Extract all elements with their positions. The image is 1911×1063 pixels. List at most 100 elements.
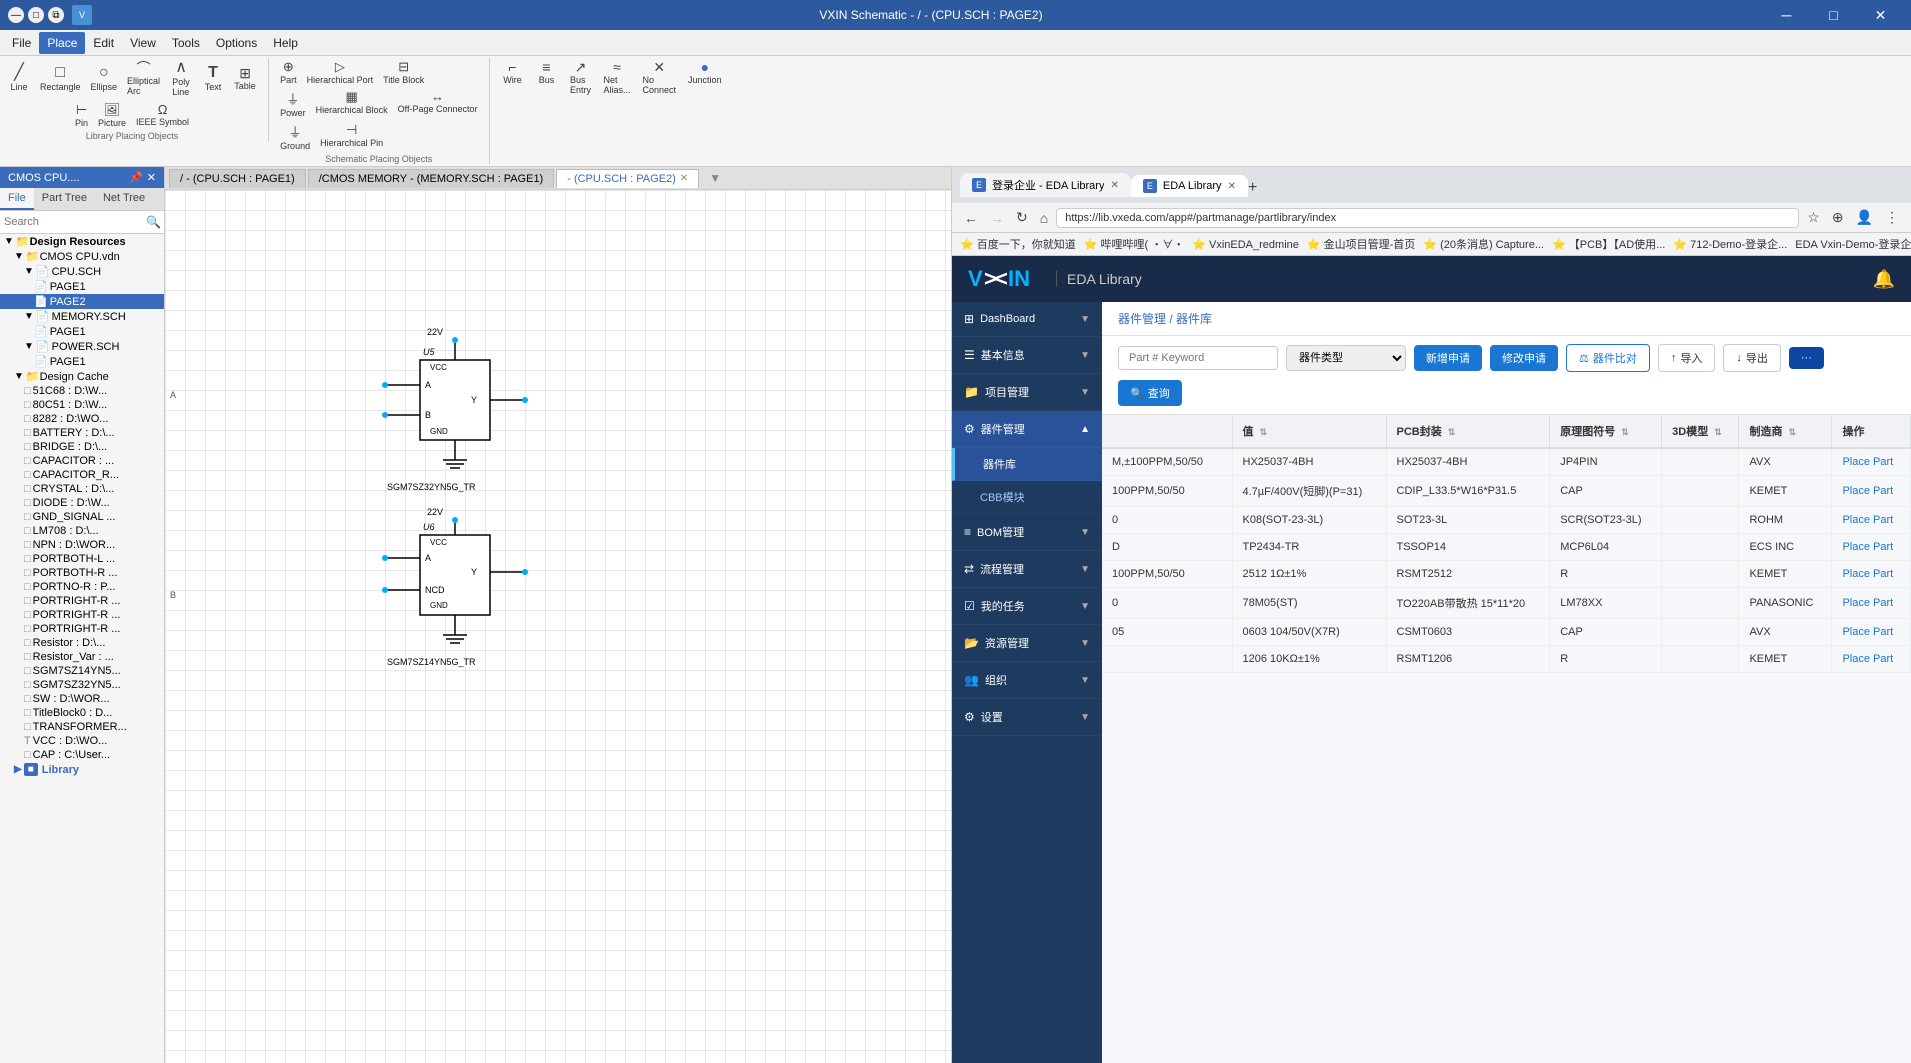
- junction-tool[interactable]: ● Junction: [684, 58, 726, 87]
- place-part-link-8[interactable]: Place Part: [1842, 653, 1893, 665]
- hierarchical-port-tool[interactable]: ▷ Hierarchical Port: [304, 58, 377, 86]
- tree-library[interactable]: ▶ ■ Library: [0, 762, 164, 777]
- bookmark-eda-vxin[interactable]: EDA Vxin-Demo-登录企...: [1795, 236, 1911, 252]
- picture-tool[interactable]: 🖼 Picture: [95, 101, 129, 129]
- tab-close-login[interactable]: ✕: [1110, 180, 1118, 191]
- cell-action-8[interactable]: Place Part: [1832, 646, 1911, 673]
- polyline-tool[interactable]: ∧ PolyLine: [166, 58, 196, 99]
- menu-place[interactable]: Place: [39, 32, 85, 54]
- place-part-link-4[interactable]: Place Part: [1842, 541, 1893, 553]
- menu-options[interactable]: Options: [208, 32, 265, 54]
- close-button[interactable]: ✕: [1858, 0, 1903, 30]
- tab-cpu-page1[interactable]: / - (CPU.SCH : PAGE1): [169, 169, 306, 188]
- tree-bridge[interactable]: □ BRIDGE : D:\...: [0, 440, 164, 454]
- window-minimize-btn[interactable]: —: [8, 7, 24, 23]
- place-part-link-3[interactable]: Place Part: [1842, 514, 1893, 526]
- nav-profile-btn[interactable]: 👤: [1852, 207, 1877, 228]
- tree-portright-r3[interactable]: □ PORTRIGHT-R ...: [0, 622, 164, 636]
- hierarchical-block-tool[interactable]: ▦ Hierarchical Block: [313, 88, 391, 119]
- nav-flow-mgmt[interactable]: ⇄ 流程管理 ▼: [952, 551, 1102, 588]
- nav-bookmark-btn[interactable]: ☆: [1803, 207, 1824, 228]
- place-part-link-2[interactable]: Place Part: [1842, 485, 1893, 497]
- tree-page1-cpu[interactable]: 📄 PAGE1: [0, 279, 164, 294]
- wire-tool[interactable]: ⌐ Wire: [498, 58, 528, 87]
- place-part-link-5[interactable]: Place Part: [1842, 568, 1893, 580]
- btn-search[interactable]: 🔍 查询: [1118, 380, 1182, 406]
- tree-titleblock0[interactable]: □ TitleBlock0 : D...: [0, 706, 164, 720]
- panel-close-btn[interactable]: ✕: [147, 171, 156, 184]
- menu-edit[interactable]: Edit: [85, 32, 122, 54]
- nav-refresh-btn[interactable]: ↻: [1012, 207, 1032, 228]
- nav-cbb[interactable]: CBB模块: [952, 481, 1102, 514]
- tree-cap[interactable]: □ CAP : C:\User...: [0, 748, 164, 762]
- nav-home-btn[interactable]: ⌂: [1036, 208, 1052, 228]
- browser-tab-eda-library[interactable]: E EDA Library ✕: [1131, 175, 1248, 197]
- btn-edit-apply[interactable]: 修改申请: [1490, 345, 1558, 371]
- tab-net-tree[interactable]: Net Tree: [95, 188, 153, 210]
- search-icon[interactable]: 🔍: [146, 215, 161, 229]
- line-tool[interactable]: ╱ Line: [4, 63, 34, 94]
- off-page-connector-tool[interactable]: ↔ Off-Page Connector: [395, 88, 481, 119]
- tree-power-sch[interactable]: ▼ 📄 POWER.SCH: [0, 339, 164, 354]
- cell-action-4[interactable]: Place Part: [1832, 534, 1911, 561]
- menu-help[interactable]: Help: [265, 32, 306, 54]
- net-alias-tool[interactable]: ≈ NetAlias...: [600, 58, 635, 97]
- nav-part-library[interactable]: 器件库: [952, 448, 1102, 481]
- tree-diode[interactable]: □ DIODE : D:\W...: [0, 496, 164, 510]
- nav-part-mgmt[interactable]: ⚙ 器件管理 ▲: [952, 411, 1102, 448]
- tree-battery[interactable]: □ BATTERY : D:\...: [0, 426, 164, 440]
- cell-action-2[interactable]: Place Part: [1832, 476, 1911, 507]
- tree-transformer[interactable]: □ TRANSFORMER...: [0, 720, 164, 734]
- tree-sgm7sz14[interactable]: □ SGM7SZ14YN5...: [0, 664, 164, 678]
- nav-bom-mgmt[interactable]: ≡ BOM管理 ▼: [952, 514, 1102, 551]
- btn-new-apply[interactable]: 新增申请: [1414, 345, 1482, 371]
- panel-pin-btn[interactable]: 📌: [129, 171, 143, 184]
- cell-action-7[interactable]: Place Part: [1832, 619, 1911, 646]
- tree-memory-sch[interactable]: ▼ 📄 MEMORY.SCH: [0, 309, 164, 324]
- tree-portright-r1[interactable]: □ PORTRIGHT-R ...: [0, 594, 164, 608]
- tab-dropdown[interactable]: ▼: [705, 171, 725, 185]
- tab-close-library[interactable]: ✕: [1228, 181, 1236, 192]
- tab-part-tree[interactable]: Part Tree: [34, 188, 95, 210]
- pin-tool[interactable]: ⊢ Pin: [72, 101, 91, 129]
- menu-tools[interactable]: Tools: [164, 32, 208, 54]
- breadcrumb-part-mgmt[interactable]: 器件管理: [1118, 312, 1166, 326]
- cell-action-6[interactable]: Place Part: [1832, 588, 1911, 619]
- menu-view[interactable]: View: [122, 32, 164, 54]
- ellipse-tool[interactable]: ○ Ellipse: [87, 63, 122, 94]
- tab-memory-page1[interactable]: /CMOS MEMORY - (MEMORY.SCH : PAGE1): [308, 169, 555, 188]
- tree-design-cache[interactable]: ▼ 📁 Design Cache: [0, 369, 164, 384]
- nav-back-btn[interactable]: ←: [960, 208, 982, 228]
- tree-80c51[interactable]: □ 80C51 : D:\W...: [0, 398, 164, 412]
- tree-sw[interactable]: □ SW : D:\WOR...: [0, 692, 164, 706]
- tree-page1-pwr[interactable]: 📄 PAGE1: [0, 354, 164, 369]
- tree-portboth-l[interactable]: □ PORTBOTH-L ...: [0, 552, 164, 566]
- tree-gnd-signal[interactable]: □ GND_SIGNAL ...: [0, 510, 164, 524]
- col-header-pcb[interactable]: PCB封装 ⇅: [1386, 415, 1550, 448]
- tab-cpu-page2[interactable]: - (CPU.SCH : PAGE2) ✕: [556, 169, 699, 188]
- search-input[interactable]: [4, 216, 146, 228]
- part-tool[interactable]: ⊕ Part: [277, 58, 300, 86]
- cell-action-5[interactable]: Place Part: [1832, 561, 1911, 588]
- place-part-link-6[interactable]: Place Part: [1842, 597, 1893, 609]
- bookmark-baidu[interactable]: ⭐ 百度一下，你就知道: [960, 236, 1076, 252]
- nav-extensions-btn[interactable]: ⊕: [1828, 207, 1848, 228]
- tree-page1-mem[interactable]: 📄 PAGE1: [0, 324, 164, 339]
- tree-sgm7sz32[interactable]: □ SGM7SZ32YN5...: [0, 678, 164, 692]
- bus-entry-tool[interactable]: ↗ BusEntry: [566, 58, 596, 97]
- nav-my-tasks[interactable]: ☑ 我的任务 ▼: [952, 588, 1102, 625]
- btn-more[interactable]: ···: [1789, 347, 1824, 369]
- power-tool[interactable]: ⏚ Power: [277, 88, 309, 119]
- bookmark-jinshan[interactable]: ⭐ 金山项目管理-首页: [1307, 236, 1415, 252]
- part-keyword-input[interactable]: [1118, 346, 1278, 370]
- maximize-button[interactable]: □: [1811, 0, 1856, 30]
- tree-vcc[interactable]: T VCC : D:\WO...: [0, 734, 164, 748]
- elliptical-arc-tool[interactable]: ⌒ EllipticalArc: [123, 59, 164, 98]
- tree-portno-r[interactable]: □ PORTNO-R : P...: [0, 580, 164, 594]
- tab-file[interactable]: File: [0, 188, 34, 210]
- window-maximize-btn[interactable]: □: [28, 7, 44, 23]
- place-part-link-1[interactable]: Place Part: [1842, 456, 1893, 468]
- nav-resource-mgmt[interactable]: 📂 资源管理 ▼: [952, 625, 1102, 662]
- nav-forward-btn[interactable]: →: [986, 208, 1008, 228]
- address-bar[interactable]: [1056, 208, 1799, 228]
